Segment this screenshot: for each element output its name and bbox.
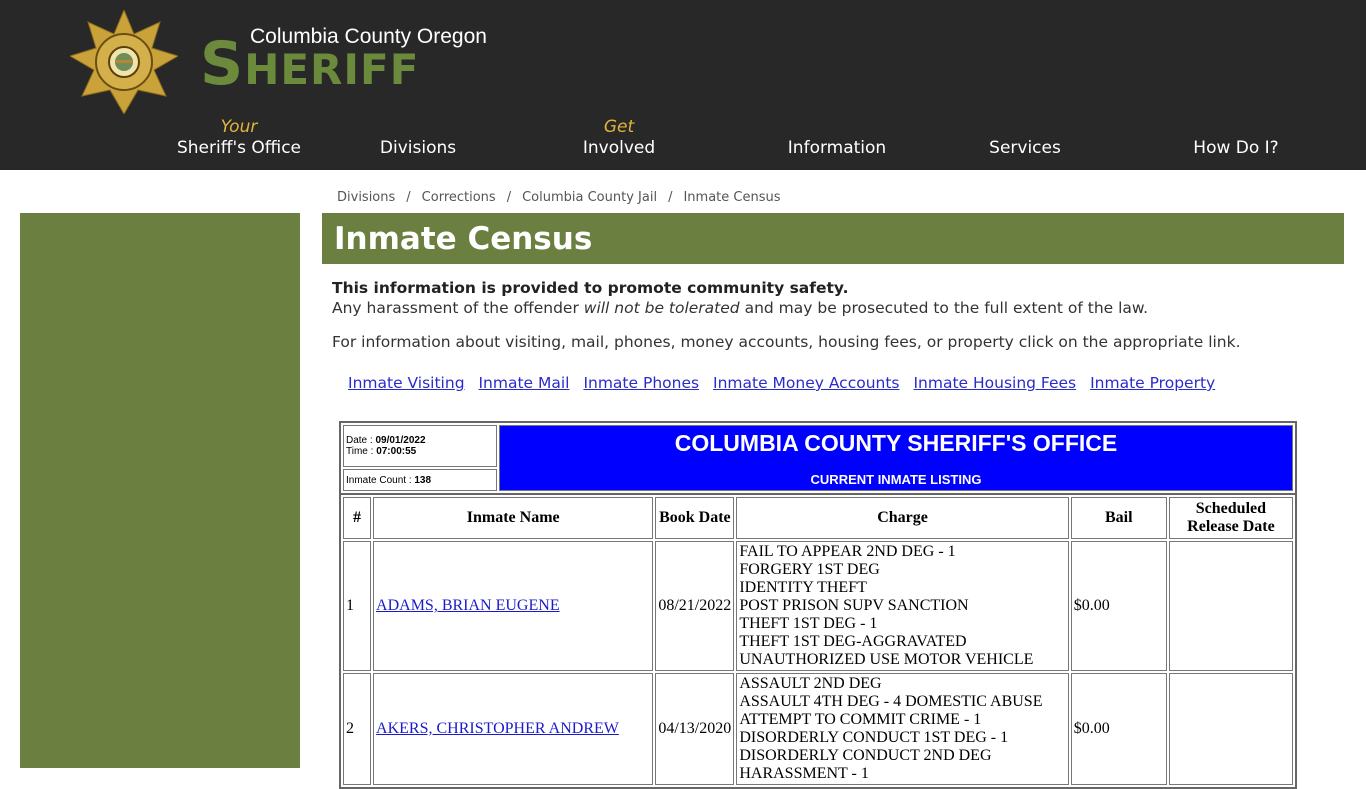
inmate-name-link-cell: ADAMS, BRIAN EUGENE — [373, 541, 654, 671]
breadcrumb-current: Inmate Census — [683, 190, 781, 205]
page-title: Inmate Census — [334, 221, 593, 257]
site-header: Columbia County Oregon SHERIFF Your Sher… — [0, 0, 1366, 170]
nav-prefix — [989, 117, 1061, 138]
charge-item: ASSAULT 4TH DEG - 4 DOMESTIC ABUSE — [739, 693, 1043, 710]
census-time: 07:00:55 — [376, 446, 417, 458]
col-charge: Charge — [736, 497, 1069, 539]
scheduled-release-date-cell — [1168, 673, 1293, 785]
brand-title-rest: HERIFF — [244, 45, 420, 94]
breadcrumb-divisions[interactable]: Divisions — [337, 190, 395, 205]
charge-item: ASSAULT 2ND DEG — [739, 675, 882, 692]
col-bail: Bail — [1070, 497, 1167, 539]
sidebar-panel — [20, 213, 300, 768]
harassment-notice-pre: Any harassment of the offender — [332, 298, 584, 317]
info-text: For information about visiting, mail, ph… — [332, 333, 1241, 351]
link-inmate-visiting[interactable]: Inmate Visiting — [348, 374, 465, 392]
inmate-count-cell: Inmate Count : 138 — [343, 469, 497, 491]
inmate-count: 138 — [414, 474, 432, 486]
sheriff-star-badge-icon[interactable] — [70, 10, 178, 114]
inmate-name-link[interactable]: AKERS, CHRISTOPHER ANDREW — [376, 720, 619, 737]
census-date: 09/01/2022 — [375, 435, 426, 447]
nav-label: Information — [787, 138, 887, 158]
inmate-list-table: # Inmate Name Book Date Charge Bail Sche… — [339, 493, 1297, 789]
nav-label: Sheriff's Office — [176, 138, 302, 158]
page-title-bar: Inmate Census — [322, 213, 1344, 264]
breadcrumb: Divisions / Corrections / Columbia County Ja… — [337, 190, 780, 205]
brand-title[interactable]: SHERIFF — [200, 32, 419, 102]
nav-label: Divisions — [379, 138, 457, 158]
count-label: Inmate Count : — [346, 474, 415, 486]
inmate-info-links: Inmate Visiting Inmate Mail Inmate Phone… — [348, 374, 1224, 392]
charge-item: THEFT 1ST DEG-AGGRAVATED — [739, 633, 967, 650]
inmate-census: Date : 09/01/2022 Time : 07:00:55 COLUMB… — [339, 421, 1297, 789]
nav-how-do-i[interactable]: How Do I? — [1193, 117, 1278, 159]
charge-item: DISORDERLY CONDUCT 1ST DEG - 1 — [739, 729, 1009, 746]
brand-title-initial: S — [200, 29, 245, 99]
harassment-notice-post: and may be prosecuted to the full extent… — [739, 298, 1149, 317]
nav-label: Involved — [582, 138, 656, 158]
col-scheduled-release-date-label: Scheduled Release Date — [1187, 500, 1275, 535]
nav-prefix — [788, 117, 886, 138]
nav-label: Services — [989, 138, 1061, 158]
charge-item: IDENTITY THEFT — [739, 579, 867, 596]
col-inmate-name: Inmate Name — [373, 497, 654, 539]
row-number-cell: 1 — [343, 541, 372, 671]
nav-divisions[interactable]: Divisions — [380, 117, 456, 159]
nav-prefix — [1193, 117, 1278, 138]
office-banner: COLUMBIA COUNTY SHERIFF'S OFFICE CURRENT… — [499, 425, 1293, 491]
link-inmate-money-accounts[interactable]: Inmate Money Accounts — [713, 374, 900, 392]
date-label: Date : — [346, 435, 376, 447]
link-inmate-mail[interactable]: Inmate Mail — [478, 374, 569, 392]
inmate-name-link[interactable]: ADAMS, BRIAN EUGENE — [376, 597, 560, 614]
nav-prefix: Your — [220, 117, 258, 137]
book-date-cell: 04/13/2020 — [655, 673, 735, 785]
nav-information[interactable]: Information — [788, 117, 886, 159]
charge-item: THEFT 1ST DEG - 1 — [739, 615, 878, 632]
nav-label: How Do I? — [1193, 138, 1279, 158]
link-inmate-phones[interactable]: Inmate Phones — [583, 374, 699, 392]
charge-item: UNAUTHORIZED USE MOTOR VEHICLE — [739, 651, 1034, 668]
date-time-cell: Date : 09/01/2022 Time : 07:00:55 — [343, 425, 497, 468]
nav-get-involved[interactable]: Get Involved — [583, 117, 655, 159]
bail-amount-cell: $0.00 — [1070, 673, 1167, 785]
book-date-cell: 08/21/2022 — [655, 541, 735, 671]
charge-item: FAIL TO APPEAR 2ND DEG - 1 — [739, 543, 956, 560]
office-title: COLUMBIA COUNTY SHERIFF'S OFFICE — [674, 430, 1118, 456]
charge-item: POST PRISON SUPV SANCTION — [739, 597, 969, 614]
scheduled-release-date-cell — [1168, 541, 1293, 671]
table-row: 2 AKERS, CHRISTOPHER ANDREW 04/13/2020 ASSA… — [343, 673, 1293, 785]
charge-item: DISORDERLY CONDUCT 2ND DEG — [739, 747, 992, 764]
bail-amount-cell: $0.00 — [1070, 541, 1167, 671]
link-inmate-property[interactable]: Inmate Property — [1090, 374, 1215, 392]
breadcrumb-separator: / — [406, 190, 411, 205]
charge-item: FORGERY 1ST DEG — [739, 561, 880, 578]
row-number-cell: 2 — [343, 673, 372, 785]
harassment-notice-em: will not be tolerated — [583, 298, 740, 317]
inmate-name-link-cell: AKERS, CHRISTOPHER ANDREW — [373, 673, 654, 785]
nav-prefix: Get — [603, 117, 635, 137]
time-label: Time : — [346, 446, 377, 458]
nav-prefix — [380, 117, 456, 138]
col-scheduled-release-date: Scheduled Release Date — [1168, 497, 1293, 539]
nav-services[interactable]: Services — [989, 117, 1061, 159]
link-inmate-housing-fees[interactable]: Inmate Housing Fees — [913, 374, 1076, 392]
table-row: 1 ADAMS, BRIAN EUGENE 08/21/2022 FAIL TO AP… — [343, 541, 1293, 671]
table-header-row: # Inmate Name Book Date Charge Bail Sche… — [343, 497, 1293, 539]
charges-cell: FAIL TO APPEAR 2ND DEG - 1 FORGERY 1ST DE… — [736, 541, 1069, 671]
nav-sheriffs-office[interactable]: Your Sheriff's Office — [177, 117, 301, 159]
breadcrumb-separator: / — [506, 190, 512, 205]
breadcrumb-corrections[interactable]: Corrections — [422, 190, 496, 205]
census-header-table: Date : 09/01/2022 Time : 07:00:55 COLUMB… — [339, 421, 1297, 495]
harassment-notice: Any harassment of the offender will not … — [332, 299, 1332, 319]
col-number: # — [343, 497, 372, 539]
listing-title: CURRENT INMATE LISTING — [810, 472, 982, 487]
charge-item: ATTEMPT TO COMMIT CRIME - 1 — [739, 711, 982, 728]
breadcrumb-columbia-county-jail[interactable]: Columbia County Jail — [522, 190, 657, 205]
inmate-rows: 1 ADAMS, BRIAN EUGENE 08/21/2022 FAIL TO AP… — [343, 541, 1293, 785]
col-book-date: Book Date — [655, 497, 735, 539]
charges-cell: ASSAULT 2ND DEG ASSAULT 4TH DEG - 4 DOMES… — [736, 673, 1069, 785]
breadcrumb-separator: / — [668, 190, 673, 205]
intro-text: This information is provided to promote … — [332, 279, 1332, 353]
safety-notice: This information is provided to promote … — [332, 279, 849, 297]
